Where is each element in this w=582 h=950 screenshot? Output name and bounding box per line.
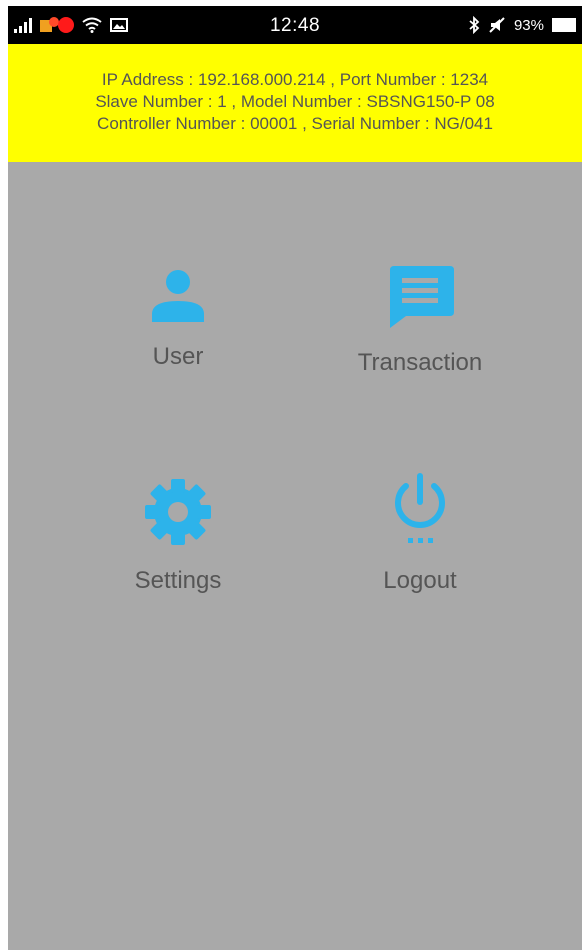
user-icon <box>152 270 204 322</box>
battery-percent: 93% <box>513 16 544 34</box>
device-info-banner: IP Address : 192.168.000.214 , Port Numb… <box>8 44 582 162</box>
transaction-label-text: Transaction <box>357 349 483 376</box>
power-icon <box>395 473 445 543</box>
logout-button[interactable]: Logout <box>330 472 510 596</box>
settings-button[interactable]: Settings <box>88 478 268 596</box>
mute-icon <box>489 17 505 33</box>
message-icon <box>390 266 454 328</box>
transaction-label: Transaction <box>330 348 510 378</box>
battery-icon <box>552 18 576 32</box>
user-button[interactable]: User <box>88 264 268 372</box>
app-screen: 12:48 93% IP Address : 192.168.000.214 ,… <box>8 6 582 950</box>
status-bar: 12:48 93% <box>8 6 582 44</box>
bluetooth-icon <box>469 16 480 34</box>
logout-label: Logout <box>383 567 457 594</box>
transaction-button[interactable]: Transaction <box>330 264 510 378</box>
info-line-1: IP Address : 192.168.000.214 , Port Numb… <box>101 70 489 89</box>
info-line-2: Slave Number : 1 , Model Number : SBSNG1… <box>95 92 495 111</box>
user-label: User <box>152 343 204 370</box>
settings-label: Settings <box>134 567 222 594</box>
info-line-3: Controller Number : 00001 , Serial Numbe… <box>97 114 493 133</box>
status-right-icons: 93% <box>468 13 576 37</box>
gear-icon <box>145 479 211 545</box>
